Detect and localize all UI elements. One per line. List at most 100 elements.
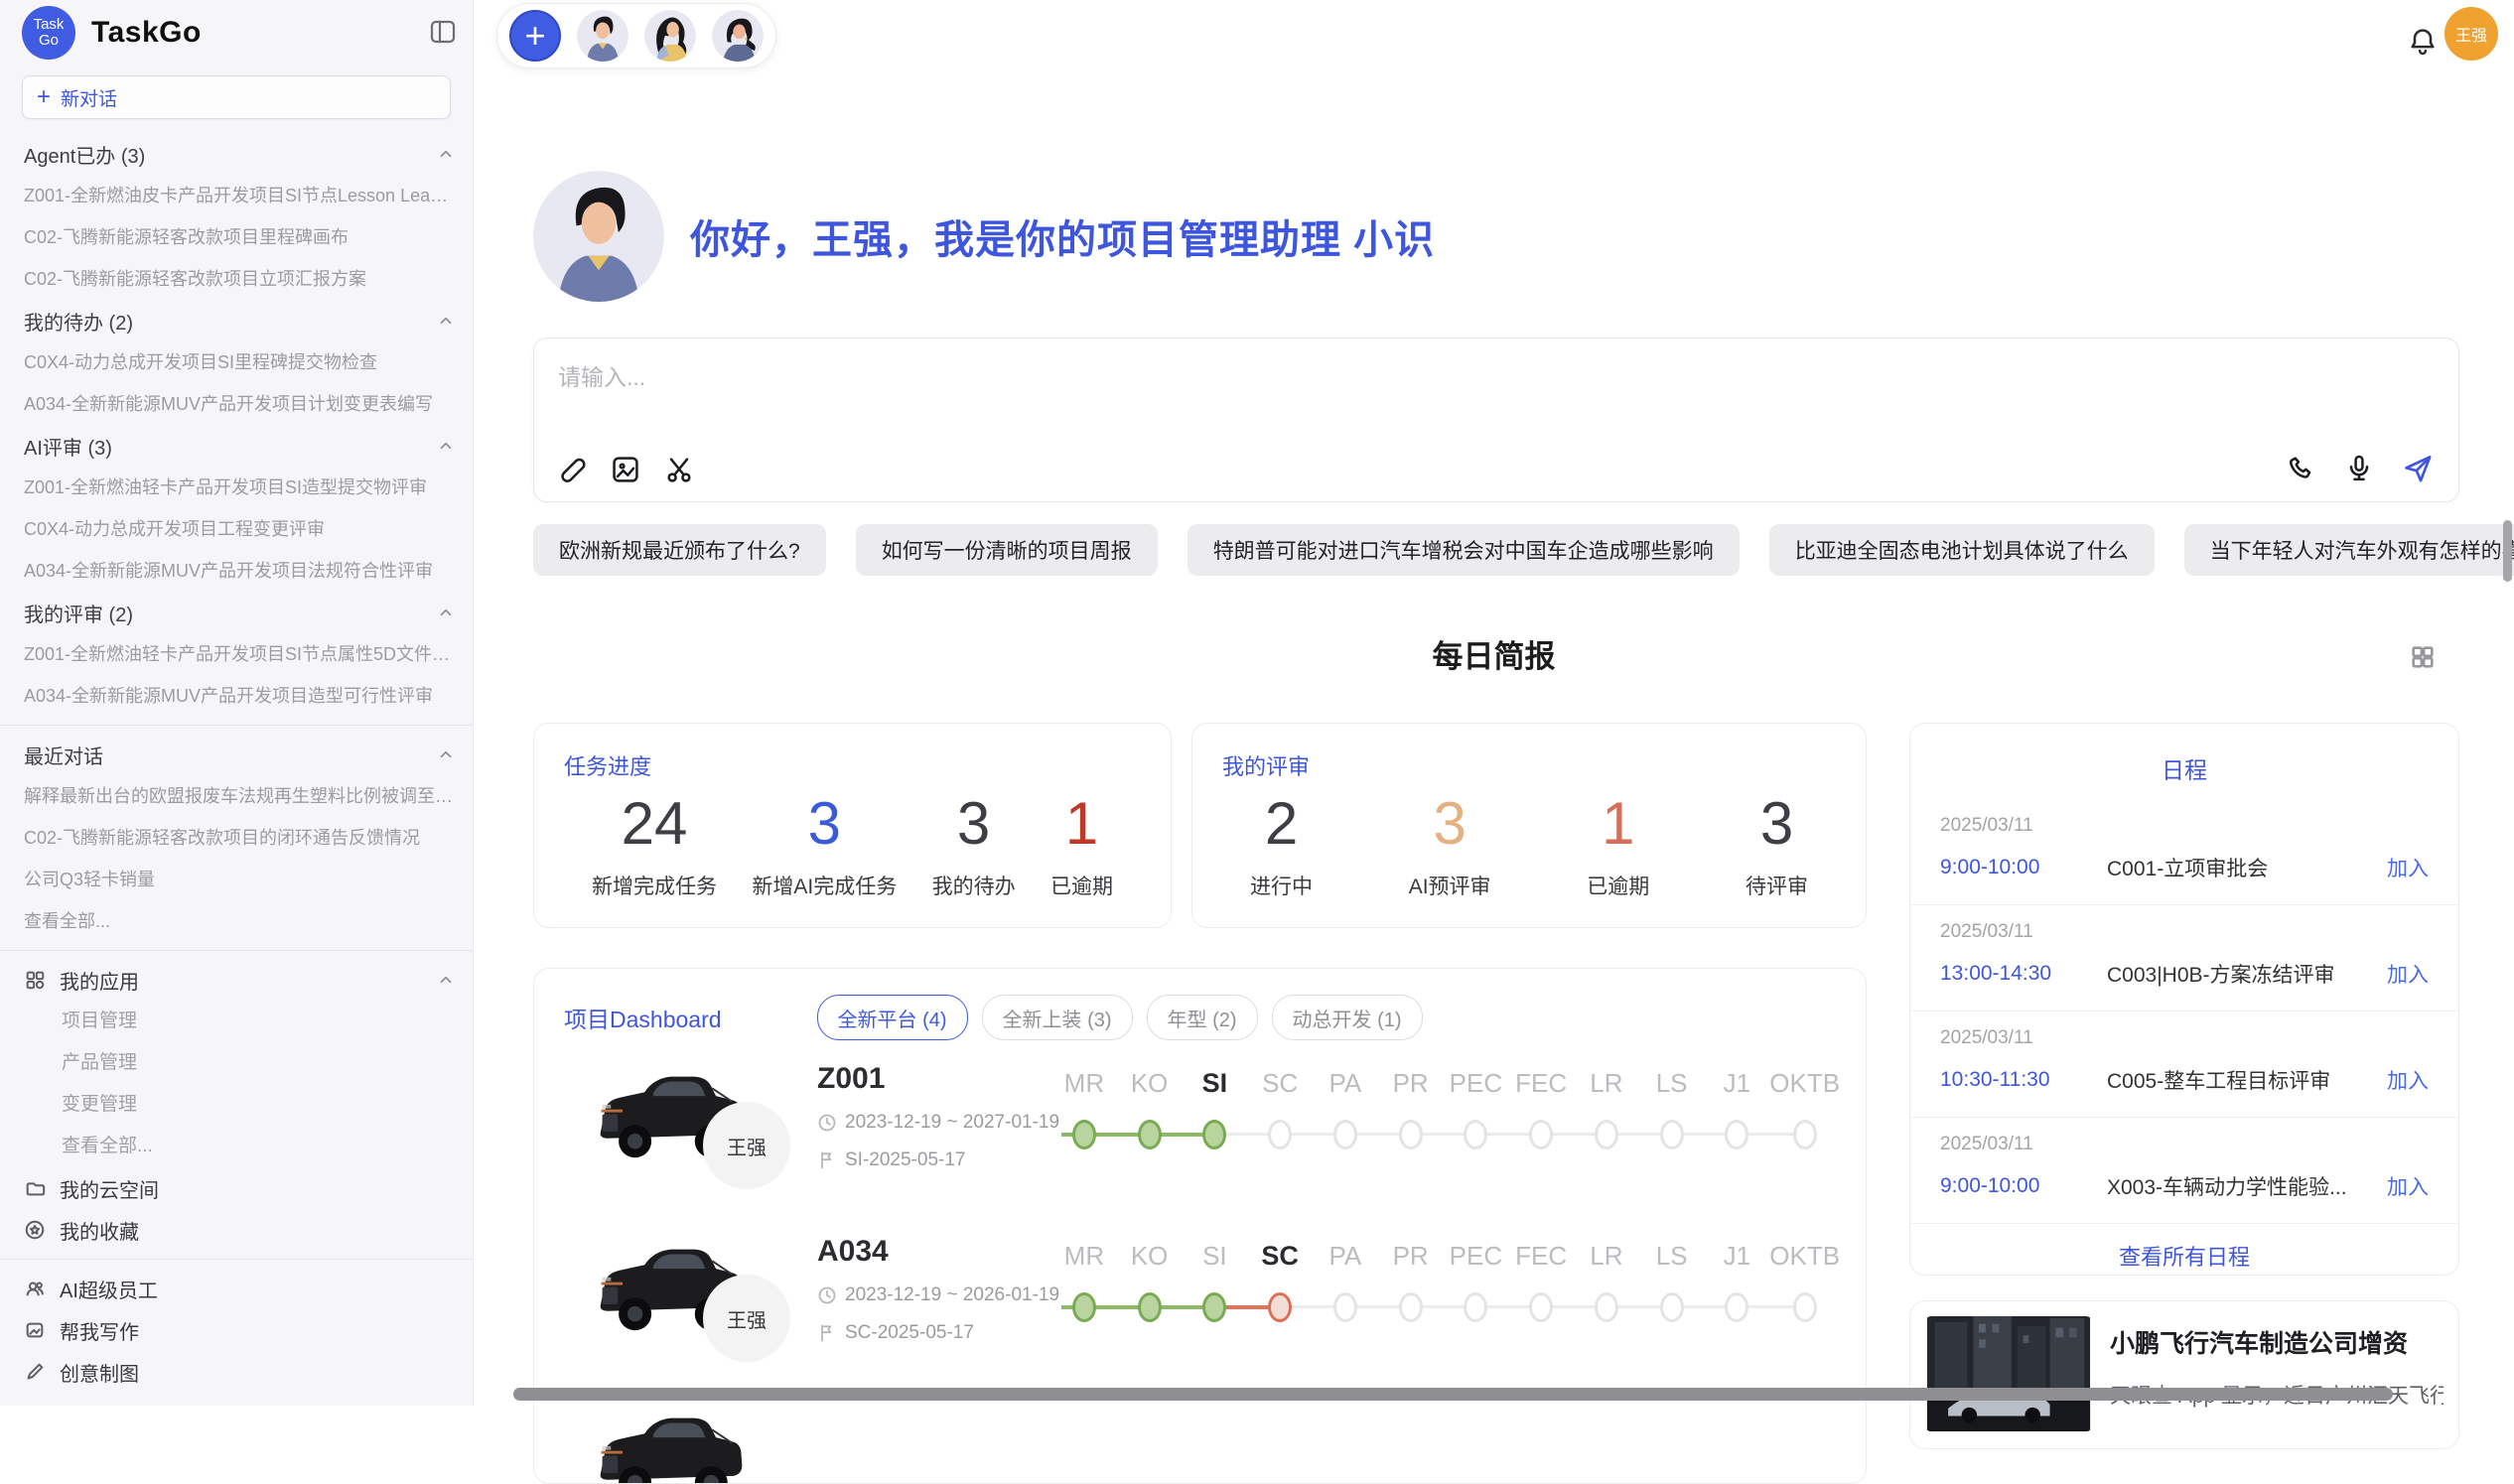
milestone-label: FEC [1515,1066,1567,1100]
section-header[interactable]: 最近对话 [0,734,473,775]
project-row[interactable]: 王强 A034 2023-12-19 ~ 2026-01-19 SC-2025-… [534,1229,1866,1386]
my-review-card: 我的评审 2 进行中 3 AI预评审 1 已逾期 3 待评审 [1191,723,1867,928]
join-link[interactable]: 加入 [2387,959,2429,989]
dashboard-tab[interactable]: 全新上装 (3) [982,995,1133,1040]
agent-avatar-1[interactable] [577,10,628,62]
scissors-icon[interactable] [663,454,695,485]
suggestion-chip[interactable]: 如何写一份清晰的项目周报 [856,524,1158,576]
milestone-dot [1399,1120,1423,1149]
schedule-list: 2025/03/11 9:00-10:00 C001-立项审批会 加入 2025… [1910,799,2458,1223]
card-title: 我的评审 [1192,724,1866,781]
stat-value: 24 [622,791,688,857]
milestone: J1 [1705,1066,1770,1185]
new-chat-button[interactable]: + 新对话 [22,75,451,119]
suggestion-chip[interactable]: 欧洲新规最近颁布了什么? [533,524,826,576]
sidebar-item[interactable]: A034-全新新能源MUV产品开发项目法规符合性评审 [0,550,473,592]
sidebar-item[interactable]: Z001-全新燃油轻卡产品开发项目SI节点属性5D文件评审 [0,633,473,675]
section-recent-chats: 最近对话 解释最新出台的欧盟报废车法规再生塑料比例被调至15%...C02-飞腾… [0,734,473,942]
sidebar-item[interactable]: C02-飞腾新能源轻客改款项目的闭环通告反馈情况 [0,817,473,859]
sidebar-item[interactable]: A034-全新新能源MUV产品开发项目计划变更表编写 [0,383,473,425]
suggestion-chip[interactable]: 比亚迪全固态电池计划具体说了什么 [1769,524,2155,576]
stat-value: 3 [1760,791,1793,857]
section-label: 最近对话 [24,741,103,769]
sidebar-sub-item[interactable]: 项目管理 [0,1001,473,1042]
image-icon[interactable] [610,454,641,485]
dashboard-tab[interactable]: 年型 (2) [1147,995,1258,1040]
sidebar-item[interactable]: C0X4-动力总成开发项目工程变更评审 [0,508,473,550]
schedule-entry: 2025/03/11 9:00-10:00 C001-立项审批会 加入 [1910,799,2458,904]
view-all-schedule-link[interactable]: 查看所有日程 [2119,1240,2250,1272]
milestone-label: PR [1393,1239,1429,1273]
clock-icon [817,1113,837,1133]
project-row[interactable]: 王强 Z001 2023-12-19 ~ 2027-01-19 SI-2025-… [534,1056,1866,1213]
dashboard-header: 项目Dashboard 全新平台 (4)全新上装 (3)年型 (2)动总开发 (… [534,969,1866,1040]
suggestion-chip[interactable]: 当下年轻人对汽车外观有怎样的喜好趋势 [2184,524,2514,576]
milestone-label: PA [1328,1066,1361,1100]
send-icon[interactable] [2401,452,2435,485]
section-header[interactable]: 我的待办 (2) [0,300,473,341]
agent-avatar-3[interactable] [712,10,764,62]
add-agent-button[interactable]: + [509,10,561,62]
sidebar-item[interactable]: 查看全部... [0,900,473,942]
sidebar-item[interactable]: C02-飞腾新能源轻客改款项目里程碑画布 [0,216,473,258]
sidebar-item[interactable]: 解释最新出台的欧盟报废车法规再生塑料比例被调至15%... [0,775,473,817]
divider [0,950,473,951]
milestone-dot [1202,1292,1226,1322]
dashboard-tab[interactable]: 全新平台 (4) [817,995,968,1040]
milestone-label: MR [1064,1066,1104,1100]
sidebar-item-ai-employee[interactable]: AI超级员工 [0,1268,473,1309]
vertical-scrollbar-thumb[interactable] [2503,520,2512,582]
milestone-dot [1072,1292,1096,1322]
milestone-label: SI [1202,1066,1228,1100]
sidebar-item-creative-drawing[interactable]: 创意制图 [0,1351,473,1393]
dashboard-tab[interactable]: 动总开发 (1) [1272,995,1423,1040]
suggestion-chips: 欧洲新规最近颁布了什么? 如何写一份清晰的项目周报特朗普可能对进口汽车增税会对中国… [533,524,2514,576]
milestone-label: FEC [1515,1239,1567,1273]
milestone: LR [1574,1066,1639,1185]
join-link[interactable]: 加入 [2387,1065,2429,1095]
message-composer [533,337,2459,502]
notification-bell-icon[interactable] [2407,26,2439,58]
sidebar-sub-item[interactable]: 产品管理 [0,1042,473,1084]
message-input[interactable] [556,356,2437,430]
sidebar-collapse-icon[interactable] [429,18,457,46]
agent-avatar-2[interactable] [644,10,696,62]
divider [0,1259,473,1260]
section-header[interactable]: AI评审 (3) [0,425,473,467]
join-link[interactable]: 加入 [2387,1171,2429,1201]
sidebar-item[interactable]: A034-全新新能源MUV产品开发项目造型可行性评审 [0,675,473,717]
project-code: Z001 [817,1062,1055,1096]
sidebar-header: Task Go TaskGo [0,0,473,66]
section-header[interactable]: Agent已办 (3) [0,133,473,175]
sidebar-item[interactable]: Z001-全新燃油轻卡产品开发项目SI造型提交物评审 [0,467,473,508]
phone-icon[interactable] [2286,453,2317,484]
sidebar-item-write-helper[interactable]: 帮我写作 [0,1309,473,1351]
milestone-dot [1138,1292,1162,1322]
news-card[interactable]: 小鹏飞行汽车制造公司增资 天眼查 App 显示，近日广州汇天飞行汽... [1909,1300,2459,1449]
stat: 3 AI预评审 [1409,791,1491,900]
chevron-up-icon [437,971,455,989]
sidebar-item-my-apps[interactable]: 我的应用 [0,959,473,1001]
schedule-meeting-title: X003-车辆动力学性能验... [2107,1171,2373,1201]
milestone-dot [1268,1292,1292,1322]
attachment-icon[interactable] [556,454,588,485]
user-avatar[interactable]: 王强 [2444,7,2498,61]
section-header[interactable]: 我的评审 (2) [0,592,473,633]
sidebar-sub-item[interactable]: 查看全部... [0,1126,473,1167]
join-link[interactable]: 加入 [2387,853,2429,882]
schedule-row: 13:00-14:30 C003|H0B-方案冻结评审 加入 [1940,959,2429,989]
sidebar-item[interactable]: 公司Q3轻卡销量 [0,859,473,900]
suggestion-chip[interactable]: 特朗普可能对进口汽车增税会对中国车企造成哪些影响 [1187,524,1740,576]
sidebar-item[interactable]: Z001-全新燃油皮卡产品开发项目SI节点Lesson Learn报告 [0,175,473,216]
microphone-icon[interactable] [2343,453,2375,484]
sidebar-item-favorites[interactable]: 我的收藏 [0,1209,473,1251]
sidebar-item[interactable]: C0X4-动力总成开发项目SI里程碑提交物检查 [0,341,473,383]
logo-text-top: Task [34,17,65,33]
layout-grid-icon[interactable] [2409,643,2437,671]
horizontal-scrollbar-thumb[interactable] [513,1388,2393,1401]
schedule-entry: 2025/03/11 13:00-14:30 C003|H0B-方案冻结评审 加… [1910,904,2458,1011]
sidebar-item-cloud-space[interactable]: 我的云空间 [0,1167,473,1209]
sidebar-sub-item[interactable]: 变更管理 [0,1084,473,1126]
schedule-entry: 2025/03/11 10:30-11:30 C005-整车工程目标评审 加入 [1910,1011,2458,1117]
sidebar-item[interactable]: C02-飞腾新能源轻客改款项目立项汇报方案 [0,258,473,300]
